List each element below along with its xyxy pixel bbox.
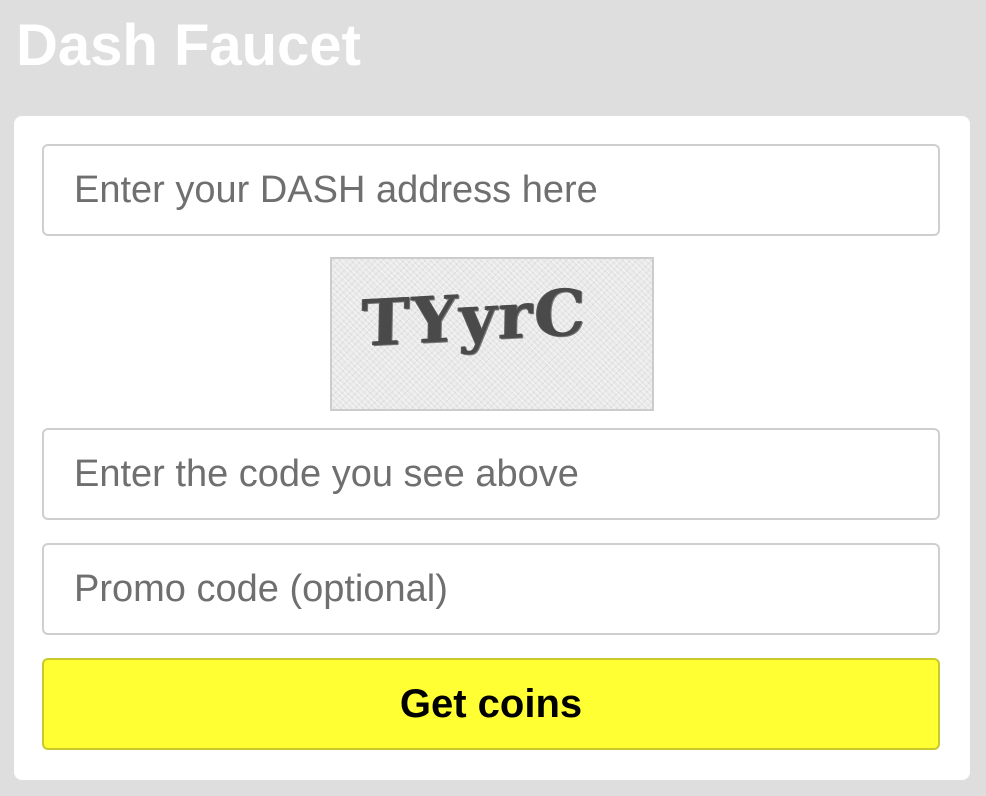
captcha-code-input[interactable] (42, 428, 940, 520)
get-coins-button[interactable]: Get coins (42, 658, 940, 750)
promo-code-input[interactable] (42, 543, 940, 635)
dash-address-input[interactable] (42, 144, 940, 236)
faucet-form-card: TYyrC Get coins (14, 116, 970, 780)
captcha-image: TYyrC (330, 257, 654, 411)
captcha-text: TYyrC (361, 275, 589, 362)
page-title: Dash Faucet (16, 13, 361, 78)
